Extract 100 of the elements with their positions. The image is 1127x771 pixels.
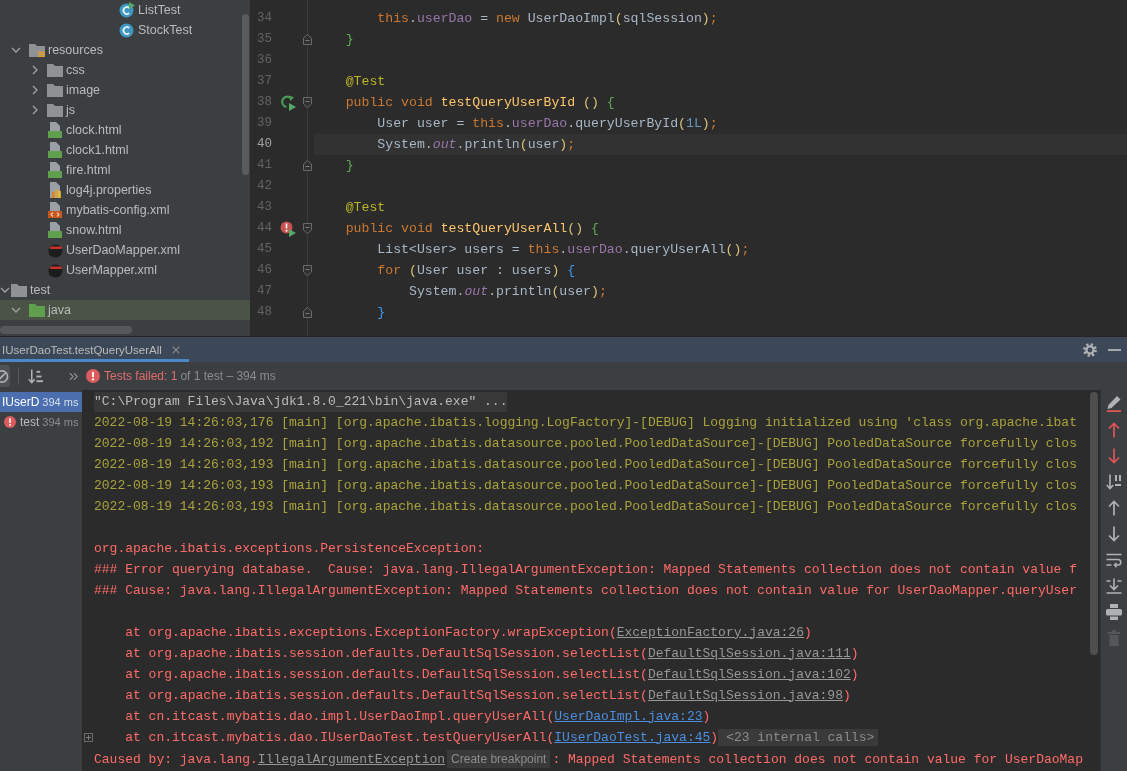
cancel-button[interactable] bbox=[0, 365, 10, 387]
line-number: 34 bbox=[257, 11, 272, 26]
line-number: 38 bbox=[257, 95, 272, 110]
line-number: 39 bbox=[257, 116, 272, 131]
chevron-right-icon[interactable] bbox=[32, 65, 38, 75]
console-line: 2022-08-19 14:26:03,176 [main] [org.apache.ibatis.logging.LogFactory]-[DEBUG] Logging initialized using 'class org.apache.ibat bbox=[94, 413, 1077, 432]
test-tree-item[interactable]: IUserD 394 ms bbox=[0, 392, 82, 412]
fold-marker-icon[interactable] bbox=[302, 223, 312, 234]
scrollbar-thumb[interactable] bbox=[242, 14, 249, 175]
close-icon[interactable] bbox=[171, 345, 180, 354]
scrollbar-thumb[interactable] bbox=[0, 326, 132, 334]
duration-label: 394 ms bbox=[42, 416, 79, 428]
folder-icon bbox=[47, 83, 63, 97]
test-tree-item[interactable]: test 394 ms bbox=[2, 412, 82, 432]
tree-item[interactable]: fire.html bbox=[47, 160, 114, 180]
chevron-down-icon[interactable] bbox=[11, 47, 21, 53]
tree-item[interactable]: StockTest bbox=[119, 20, 196, 40]
down-arrow-icon[interactable] bbox=[1106, 448, 1122, 464]
console-line: 2022-08-19 14:26:03,193 [main] [org.apache.ibatis.datasource.pooled.PooledDataSource]-[DEBUG] PooledDataSource forcefully clos bbox=[94, 455, 1077, 474]
console-line: 2022-08-19 14:26:03,192 [main] [org.apache.ibatis.datasource.pooled.PooledDataSource]-[DEBUG] PooledDataSource forcefully clos bbox=[94, 434, 1077, 453]
tree-item[interactable]: js bbox=[29, 100, 79, 120]
code-line: this.userDao = new UserDaoImpl(sqlSession); bbox=[377, 10, 718, 27]
file-link[interactable]: DefaultSqlSession.java:102 bbox=[647, 666, 851, 682]
line-number: 41 bbox=[257, 158, 272, 173]
cancel-icon bbox=[0, 368, 9, 384]
scrollbar-thumb[interactable] bbox=[1090, 392, 1098, 655]
tree-item[interactable]: clock.html bbox=[47, 120, 125, 140]
line-number: 43 bbox=[257, 200, 272, 215]
tree-item[interactable]: ListTest bbox=[119, 0, 184, 20]
down-arrow-icon[interactable] bbox=[1106, 526, 1122, 542]
line-number: 45 bbox=[257, 242, 272, 257]
pencil-icon[interactable] bbox=[1106, 396, 1122, 412]
tree-item[interactable]: log4j.properties bbox=[47, 180, 155, 200]
file-link[interactable]: ExceptionFactory.java:26 bbox=[616, 624, 804, 640]
file-link[interactable]: IUserDaoTest.java:45 bbox=[554, 729, 711, 745]
fold-marker-icon[interactable] bbox=[302, 307, 312, 318]
create-breakpoint-hint[interactable]: Create breakpoint bbox=[447, 749, 551, 768]
console-line: org.apache.ibatis.exceptions.PersistenceException: bbox=[94, 539, 485, 558]
console-line: at org.apache.ibatis.session.defaults.DefaultSqlSession.selectList(DefaultSqlSession.java:98) bbox=[125, 686, 851, 705]
tree-item[interactable]: UserMapper.xml bbox=[47, 260, 160, 280]
code-line: for (User user : users) { bbox=[377, 262, 576, 279]
xml-mapper-icon bbox=[47, 242, 63, 258]
file-link[interactable]: UserDaoImpl.java:23 bbox=[554, 708, 703, 724]
chevron-down-icon[interactable] bbox=[0, 287, 10, 293]
internal-calls-badge[interactable]: <23 internal calls> bbox=[718, 728, 879, 746]
file-link[interactable]: IllegalArgumentException bbox=[257, 751, 446, 767]
chevron-right-icon[interactable] bbox=[32, 105, 38, 115]
console-line: at org.apache.ibatis.exceptions.ExceptionFactory.wrapException(ExceptionFactory.java:26) bbox=[125, 623, 812, 642]
tree-item[interactable]: css bbox=[29, 60, 88, 80]
tree-item[interactable]: mybatis-config.xml bbox=[47, 200, 173, 220]
console-line: at cn.itcast.mybatis.dao.IUserDaoTest.testQueryUserAll(IUserDaoTest.java:45) <23 internal calls> bbox=[125, 727, 879, 748]
expand-icon[interactable] bbox=[84, 733, 93, 742]
code-line: @Test bbox=[345, 73, 386, 90]
tree-item[interactable]: resources bbox=[11, 40, 106, 60]
properties-file-icon bbox=[47, 182, 63, 198]
file-link[interactable]: DefaultSqlSession.java:98 bbox=[647, 687, 843, 703]
minimize-icon[interactable] bbox=[1108, 348, 1121, 351]
soft-wrap-icon[interactable] bbox=[1106, 552, 1122, 568]
tree-item[interactable]: test bbox=[0, 280, 54, 300]
settings-icon[interactable] bbox=[1083, 342, 1097, 357]
double-chevron-icon[interactable] bbox=[69, 371, 78, 381]
fold-marker-icon[interactable] bbox=[302, 160, 312, 171]
fold-marker-icon[interactable] bbox=[302, 97, 312, 108]
folder-icon bbox=[11, 283, 27, 297]
console-line: ### Error querying database. Cause: java.lang.IllegalArgumentException: Mapped Statements collection does not contain value f bbox=[94, 560, 1077, 579]
sort-icon[interactable] bbox=[1106, 474, 1122, 490]
code-line: public void testQueryUserById () { bbox=[345, 94, 615, 111]
line-number: 42 bbox=[257, 179, 272, 194]
chevron-down-icon[interactable] bbox=[11, 307, 21, 313]
console-line: at cn.itcast.mybatis.dao.impl.UserDaoImpl.queryUserAll(UserDaoImpl.java:23) bbox=[125, 707, 711, 726]
test-passed-icon[interactable] bbox=[280, 94, 296, 111]
scroll-to-end-icon[interactable] bbox=[1106, 578, 1122, 594]
print-icon[interactable] bbox=[1106, 604, 1122, 620]
chevron-right-icon[interactable] bbox=[32, 85, 38, 95]
html-file-icon bbox=[47, 222, 63, 238]
fold-marker-icon[interactable] bbox=[302, 265, 312, 276]
console-line: 2022-08-19 14:26:03,193 [main] [org.apache.ibatis.datasource.pooled.PooledDataSource]-[DEBUG] PooledDataSource forcefully clos bbox=[94, 476, 1077, 495]
tree-item[interactable]: clock1.html bbox=[47, 140, 132, 160]
line-number: 48 bbox=[257, 305, 272, 320]
code-line: System.out.println(user); bbox=[377, 136, 576, 153]
tree-item[interactable]: snow.html bbox=[47, 220, 125, 240]
code-line: } bbox=[345, 31, 354, 48]
tree-item[interactable]: UserDaoMapper.xml bbox=[47, 240, 183, 260]
tree-item[interactable]: java bbox=[0, 300, 250, 320]
test-failed-icon[interactable] bbox=[280, 220, 296, 237]
file-link[interactable]: DefaultSqlSession.java:111 bbox=[647, 645, 851, 661]
code-line: @Test bbox=[345, 199, 386, 216]
tree-item[interactable]: image bbox=[29, 80, 104, 100]
up-arrow-icon[interactable] bbox=[1106, 422, 1122, 438]
xml-file-icon bbox=[47, 202, 63, 218]
console-line: at org.apache.ibatis.session.defaults.DefaultSqlSession.selectList(DefaultSqlSession.java:111) bbox=[125, 644, 859, 663]
test-summary: of 1 test – 394 ms bbox=[180, 369, 276, 383]
class-icon bbox=[119, 22, 135, 38]
folder-icon bbox=[29, 43, 45, 57]
fold-marker-icon[interactable] bbox=[302, 34, 312, 45]
code-line: User user = this.userDao.queryUserById(1L); bbox=[377, 115, 718, 132]
up-arrow-icon[interactable] bbox=[1106, 500, 1122, 516]
sort-icon[interactable] bbox=[28, 368, 43, 384]
html-file-icon bbox=[47, 142, 63, 158]
code-line: List<User> users = this.userDao.queryUserAll(); bbox=[377, 241, 750, 258]
